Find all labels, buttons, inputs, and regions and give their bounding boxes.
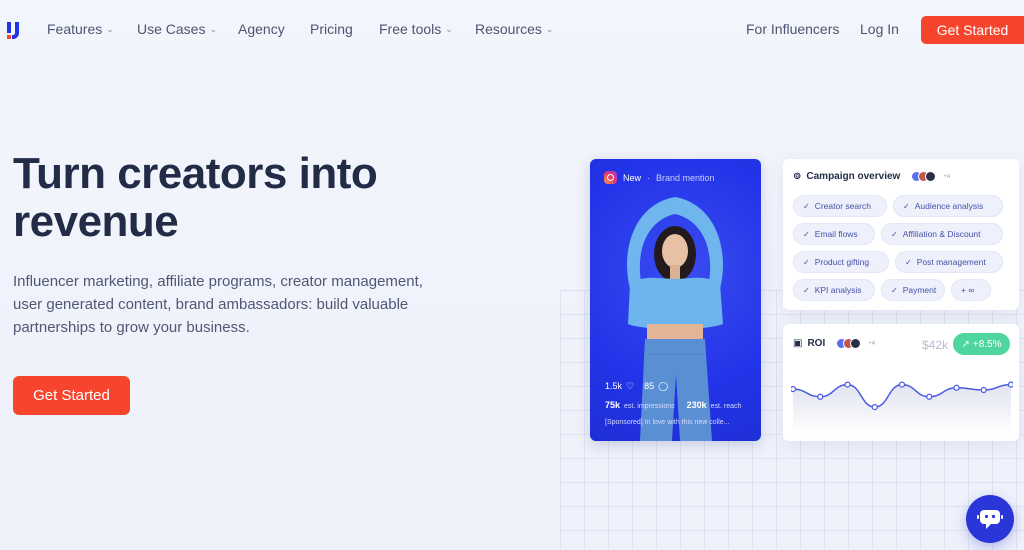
money-icon: ▣ [793, 338, 803, 349]
roi-trend-point [871, 403, 878, 411]
instagram-icon [604, 171, 617, 184]
roi-value: $42k [922, 338, 949, 352]
nav-agency[interactable]: Agency [238, 21, 285, 37]
instagram-post-card: New · Brand mention 1.5k ♡ 85 ◯ 75k est.… [590, 159, 761, 441]
chip-payment[interactable]: ✓ Payment [881, 279, 945, 301]
check-icon: ✓ [891, 285, 898, 295]
chip-label: KPI analysis [814, 285, 862, 295]
roi-trend-area [793, 384, 1011, 434]
check-icon: ✓ [891, 229, 898, 239]
avatar-group [911, 171, 937, 182]
roi-trend-point [1007, 381, 1013, 388]
chip-label: Payment [902, 285, 937, 295]
roi-trend-point [980, 386, 987, 394]
chip-label: Post management [916, 257, 986, 267]
avatars-more-count: +4 [943, 173, 951, 180]
roi-change: +8.5% [972, 338, 1002, 350]
nav-use-cases-label: Use Cases [137, 21, 206, 37]
nav-free-tools[interactable]: Free tools ⌄ [379, 21, 453, 37]
roi-card: ▣ ROI +4 $42k ↗ +8.5% [783, 324, 1019, 441]
roi-change-badge: ↗ +8.5% [953, 333, 1010, 355]
nav-free-tools-label: Free tools [379, 21, 442, 37]
check-icon: ✓ [903, 201, 910, 211]
check-icon: ✓ [905, 257, 912, 267]
chip-post-management[interactable]: ✓ Post management [895, 251, 1003, 273]
impressions-label: est. impressions [624, 403, 675, 410]
feature-chips: ✓ Creator search ✓ Audience analysis ✓ Emai… [793, 195, 1015, 301]
nav-get-started-button[interactable]: Get Started [921, 16, 1024, 44]
comment-icon: ◯ [658, 381, 669, 391]
chat-widget-button[interactable] [966, 495, 1014, 543]
login-link[interactable]: Log In [860, 21, 899, 37]
chip-label: Audience analysis [914, 201, 984, 211]
top-navigation: Features ⌄ Use Cases ⌄ Agency Pricing Fr… [0, 0, 1024, 60]
hero-subtitle: Influencer marketing, affiliate programs… [13, 273, 423, 336]
post-status: New [623, 172, 642, 183]
roi-trend-point [953, 384, 960, 391]
megaphone-icon: ⊚ [793, 171, 802, 182]
check-icon: ✓ [803, 257, 810, 267]
nav-use-cases[interactable]: Use Cases ⌄ [137, 21, 217, 37]
campaign-overview-card: ⊚ Campaign overview +4 ✓ Creator search ✓… [783, 159, 1019, 310]
post-type: Brand mention [656, 172, 715, 183]
reach-label: est. reach [710, 403, 742, 410]
post-stats: 1.5k ♡ 85 ◯ 75k est. impressions 230k es… [605, 381, 741, 418]
check-icon: ✓ [803, 201, 810, 211]
roi-trend-point [926, 393, 933, 400]
likes-count: 1.5k [605, 381, 623, 391]
chip-label: Product gifting [814, 257, 870, 267]
hero-get-started-button[interactable]: Get Started [13, 376, 130, 415]
check-icon: ✓ [803, 229, 810, 239]
chevron-down-icon: ⌄ [209, 23, 218, 34]
nav-resources[interactable]: Resources ⌄ [475, 21, 553, 37]
avatars-more-count: +4 [868, 340, 876, 347]
reach-value: 230k [686, 400, 707, 410]
roi-header: ▣ ROI +4 [793, 338, 875, 349]
chip-email-flows[interactable]: ✓ Email flows [793, 223, 875, 245]
nav-pricing[interactable]: Pricing [310, 21, 353, 37]
chevron-down-icon: ⌄ [106, 23, 114, 34]
logo-icon[interactable] [6, 20, 24, 40]
roi-trend-point [791, 386, 797, 393]
chevron-down-icon: ⌄ [445, 23, 453, 34]
chevron-down-icon: ⌄ [545, 23, 554, 34]
post-caption: [Sponsored] In love with this new colle.… [605, 419, 730, 426]
nav-resources-label: Resources [475, 21, 542, 37]
roi-trend-point [898, 381, 906, 388]
nav-agency-label: Agency [238, 21, 285, 37]
roi-trend-point [844, 381, 851, 388]
chatbot-icon [977, 510, 1003, 529]
check-icon: ✓ [803, 285, 810, 295]
avatar-group [836, 338, 862, 349]
chip-label: Email flows [814, 229, 858, 239]
chip-label: Affiliation & Discount [902, 229, 981, 239]
separator-dot: · [647, 172, 651, 183]
impressions-value: 75k [605, 400, 621, 410]
chip-audience-analysis[interactable]: ✓ Audience analysis [893, 195, 1003, 217]
campaign-overview-header: ⊚ Campaign overview +4 [793, 171, 950, 182]
nav-for-influencers[interactable]: For Influencers [746, 21, 839, 37]
roi-trend-chart [791, 381, 1013, 434]
avatar [925, 171, 937, 182]
chip-product-gifting[interactable]: ✓ Product gifting [793, 251, 889, 273]
nav-features[interactable]: Features ⌄ [47, 21, 114, 37]
nav-features-label: Features [47, 21, 103, 37]
chip-label: Creator search [814, 201, 871, 211]
avatar [850, 338, 862, 349]
chip-more[interactable]: + ∞ [951, 279, 991, 301]
nav-pricing-label: Pricing [310, 21, 353, 37]
heart-icon: ♡ [626, 381, 635, 391]
comments-count: 85 [644, 381, 655, 391]
chip-affiliation-discount[interactable]: ✓ Affiliation & Discount [881, 223, 1003, 245]
chip-kpi-analysis[interactable]: ✓ KPI analysis [793, 279, 875, 301]
roi-trend-point [817, 393, 824, 400]
campaign-overview-title: Campaign overview [806, 171, 901, 182]
trend-up-icon: ↗ [961, 338, 970, 350]
hero-title: Turn creators into revenue [13, 149, 378, 246]
roi-title: ROI [807, 338, 826, 349]
chip-creator-search[interactable]: ✓ Creator search [793, 195, 887, 217]
post-header: New · Brand mention [604, 171, 715, 184]
